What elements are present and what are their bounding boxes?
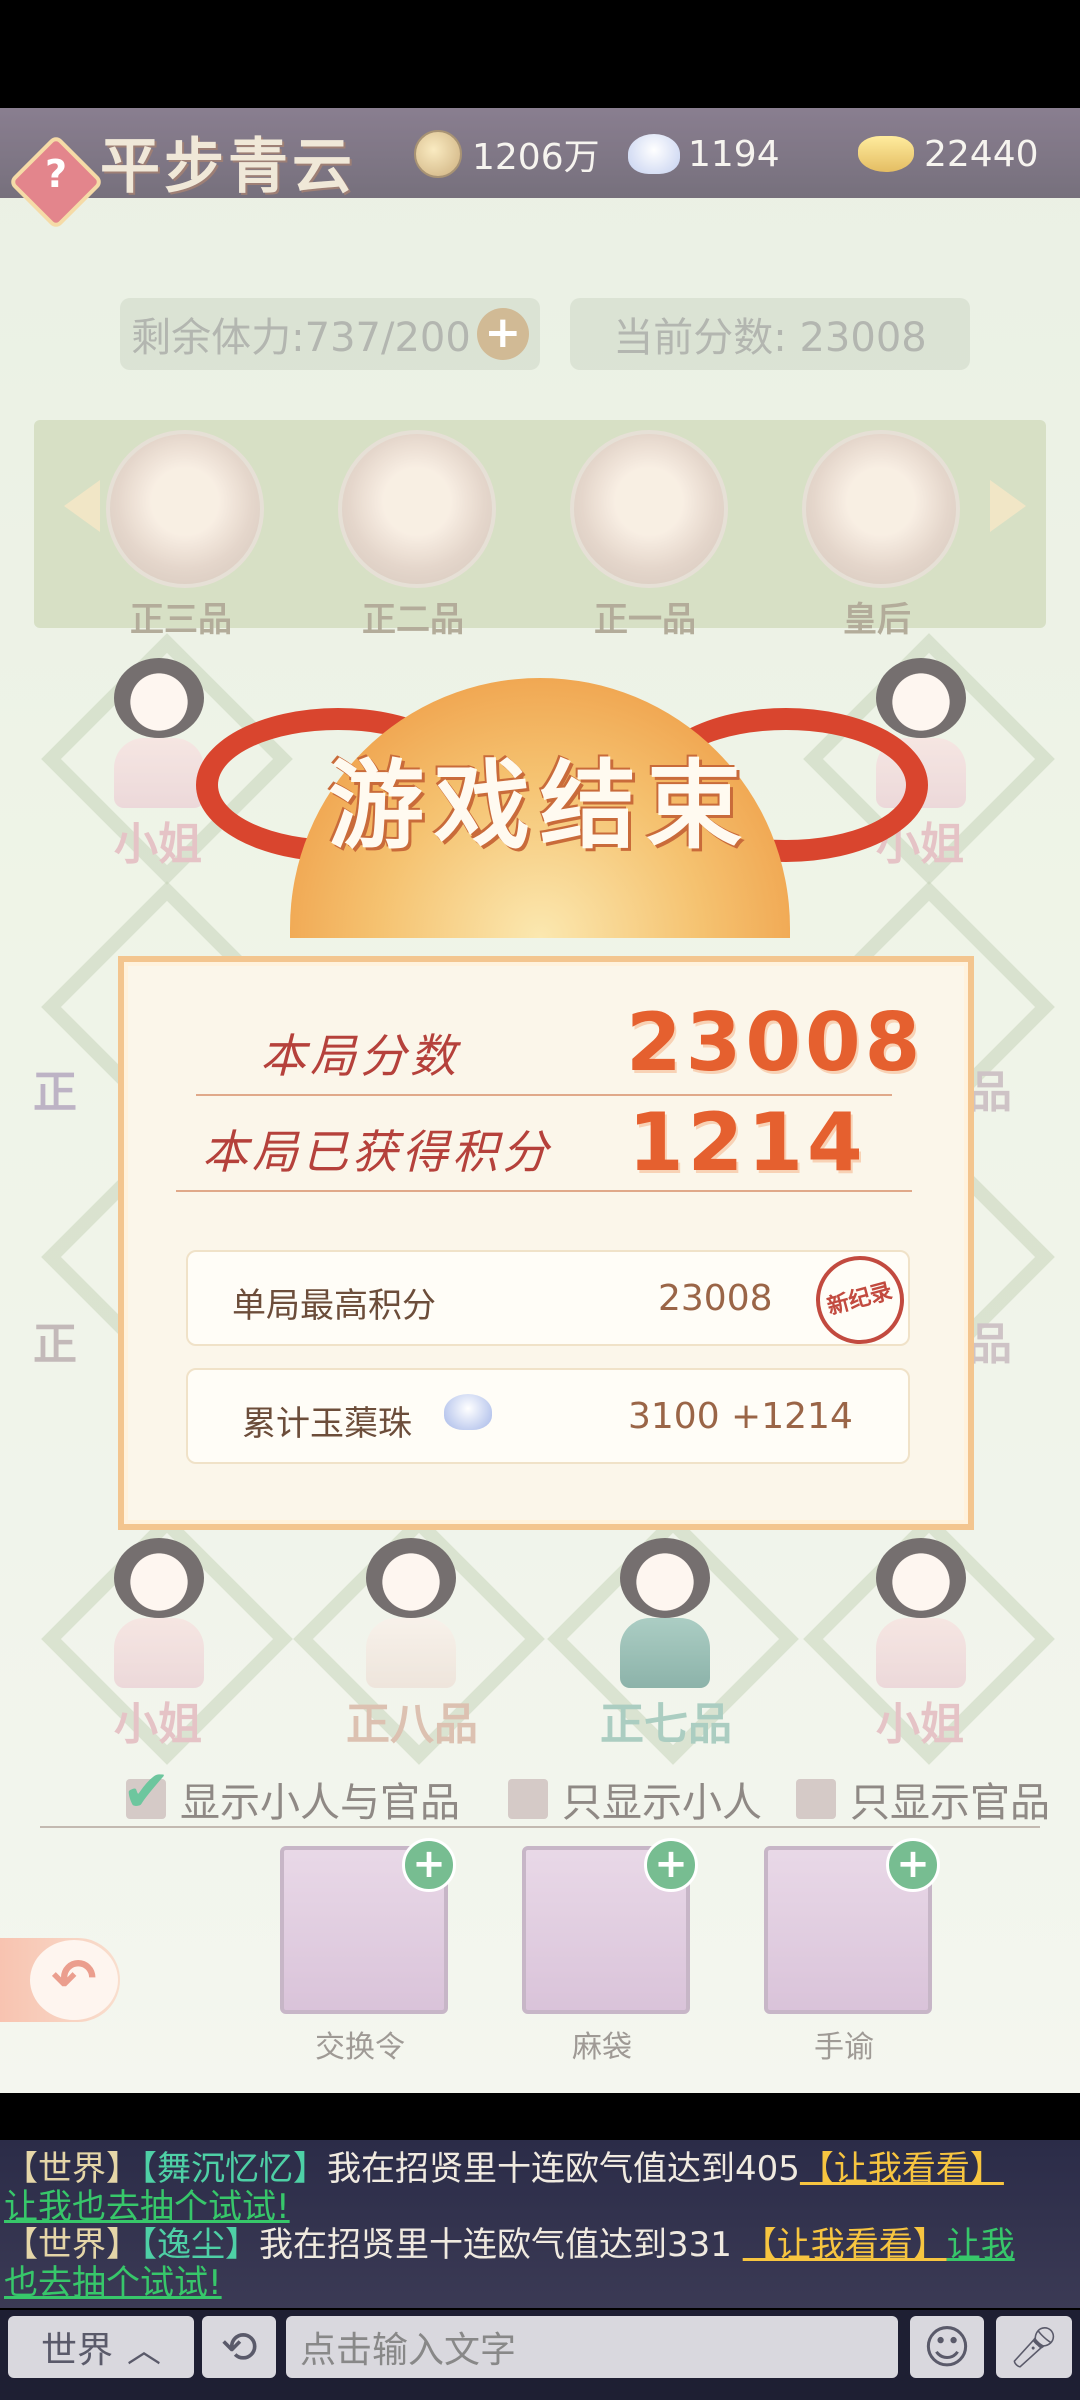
chat-text: 我在招贤里十连欧气值达到331 [259,2225,743,2265]
total-pearls-label: 累计玉蕖珠 [242,1404,412,1444]
chat-input-placeholder: 点击输入文字 [300,2330,517,2371]
chat-channel-tag: 【世界】 [4,2149,140,2189]
result-dialog: 本局分数 23008 本局已获得积分 1214 单局最高积分 23008 新纪录… [118,956,974,1530]
chat-cta-link[interactable]: 让我也去抽个试试! [4,2187,290,2227]
chat-player-name[interactable]: 【逸尘】 [140,2225,259,2265]
microphone-icon[interactable]: 🎤︎ [996,2316,1072,2378]
chat-text: 我在招贤里十连欧气值达到405 [327,2149,800,2189]
chat-input[interactable]: 点击输入文字 [286,2316,898,2378]
best-score-value: 23008 [658,1278,773,1319]
round-score-label: 本局分数 [260,1029,460,1083]
emoji-icon[interactable]: ☺ [910,2316,984,2378]
chevron-up-icon: ︿ [127,2330,161,2371]
total-pearls-card: 累计玉蕖珠 3100 +1214 [186,1368,910,1464]
chat-message[interactable]: 【世界】【逸尘】我在招贤里十连欧气值达到331 【让我看看】让我也去抽个试试! [4,2226,1076,2302]
total-pearls-value: 3100 +1214 [628,1396,853,1437]
pearl-icon [444,1394,492,1430]
chat-message[interactable]: 【世界】【舞沉忆忆】我在招贤里十连欧气值达到405【让我看看】让我也去抽个试试! [4,2150,1076,2226]
chat-view-link[interactable]: 【让我看看】 [743,2225,947,2265]
round-score-value: 23008 [626,996,925,1089]
game-screen: 平步青云 ? 1206万 1194 22440 剩余体力:737/200 + 当… [0,108,1080,2093]
chat-panel: 【世界】【舞沉忆忆】我在招贤里十连欧气值达到405【让我看看】 让我也去抽个试试!… [0,2140,1080,2308]
chat-view-link[interactable]: 【让我看看】 [800,2149,1004,2189]
game-over-title: 游戏结束 [328,749,752,862]
best-score-card: 单局最高积分 23008 新纪录 [186,1246,914,1354]
chat-cta-link[interactable]: 让我 [947,2225,1015,2265]
channel-select[interactable]: 世界 ︿ [8,2316,194,2378]
new-record-stamp: 新纪录 [806,1246,914,1354]
chat-player-name[interactable]: 【舞沉忆忆】 [140,2149,327,2189]
chat-cta-link[interactable]: 也去抽个试试! [4,2263,222,2303]
history-icon[interactable]: ⟲ [202,2316,276,2378]
chat-channel-tag: 【世界】 [4,2225,140,2265]
points-label: 本局已获得积分 [202,1125,552,1179]
points-value: 1214 [628,1096,867,1189]
divider [176,1190,912,1192]
channel-label: 世界 [40,2330,113,2371]
best-score-label: 单局最高积分 [232,1286,436,1326]
